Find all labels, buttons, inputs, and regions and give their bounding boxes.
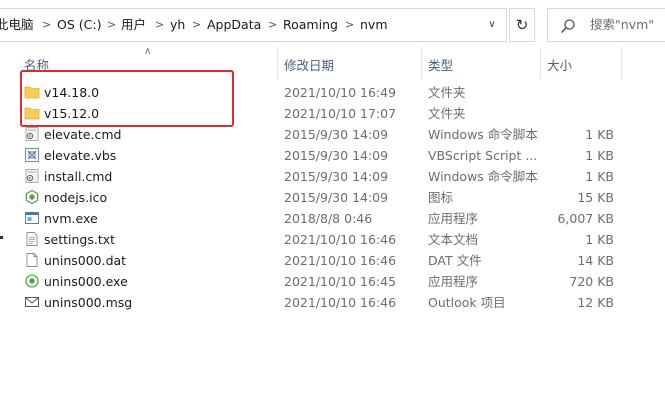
file-date: 2021/10/10 16:45 (284, 274, 397, 289)
file-icon (26, 253, 38, 267)
column-divider[interactable] (421, 47, 422, 79)
file-type: Windows 命令脚本 (428, 127, 538, 142)
file-type: DAT 文件 (428, 253, 482, 268)
file-name: elevate.vbs (44, 148, 117, 163)
column-divider[interactable] (621, 47, 622, 79)
file-size: 1 KB (585, 148, 614, 163)
refresh-icon[interactable]: ↻ (509, 8, 535, 42)
cmd-script-icon (25, 127, 39, 141)
file-type: 图标 (428, 190, 454, 205)
file-type: 应用程序 (428, 211, 479, 226)
file-size: 14 KB (577, 253, 614, 268)
cmd-script-icon (25, 169, 39, 183)
address-dropdown-icon[interactable]: ∨ (478, 9, 506, 41)
uninstaller-icon (25, 274, 39, 288)
file-row[interactable]: install.cmd 2015/9/30 14:09 Windows 命令脚本… (22, 166, 622, 187)
breadcrumb-appdata[interactable]: AppData (207, 9, 261, 41)
file-size (542, 103, 614, 124)
file-date: 2015/9/30 14:09 (284, 169, 389, 184)
file-type: Windows 命令脚本 (428, 169, 538, 184)
file-row[interactable]: settings.txt 2021/10/10 16:46 文本文档 1 KB (22, 229, 622, 250)
file-type: Outlook 项目 (428, 295, 506, 310)
file-size: 6,007 KB (557, 211, 614, 226)
file-date: 2015/9/30 14:09 (284, 127, 389, 142)
breadcrumb-separator-icon[interactable]: > (192, 9, 201, 41)
file-size: 15 KB (577, 190, 614, 205)
breadcrumb-yh[interactable]: yh (170, 9, 185, 41)
file-size: 1 KB (585, 127, 614, 142)
nodejs-icon (25, 189, 39, 205)
mail-icon (25, 297, 39, 307)
column-divider[interactable] (540, 47, 541, 79)
breadcrumb-separator-icon[interactable]: > (155, 9, 164, 41)
file-date: 2021/10/10 16:46 (284, 295, 397, 310)
breadcrumb-this-pc[interactable]: 此电脑 (0, 9, 34, 41)
file-name: elevate.cmd (44, 127, 122, 142)
file-type: 应用程序 (428, 274, 479, 289)
file-name: unins000.dat (44, 253, 127, 268)
file-row[interactable]: nodejs.ico 2015/9/30 14:09 图标 15 KB (22, 187, 622, 208)
breadcrumb-separator-icon[interactable]: > (42, 9, 51, 41)
edge-marker (0, 236, 3, 239)
breadcrumb-separator-icon[interactable]: > (268, 9, 277, 41)
file-date: 2021/10/10 16:49 (284, 85, 397, 100)
file-name: nvm.exe (44, 211, 98, 226)
file-size: 12 KB (577, 295, 614, 310)
file-size: 1 KB (585, 232, 614, 247)
file-size: 1 KB (585, 169, 614, 184)
file-name: nodejs.ico (44, 190, 108, 205)
file-date: 2021/10/10 17:07 (284, 106, 397, 121)
file-date: 2015/9/30 14:09 (284, 148, 389, 163)
column-header-size[interactable]: 大小 (547, 56, 572, 76)
search-input[interactable]: 搜索"nvm" (547, 8, 665, 42)
file-name: install.cmd (44, 169, 113, 184)
column-header-date[interactable]: 修改日期 (284, 56, 334, 76)
breadcrumb-drive-c[interactable]: OS (C:) (57, 9, 101, 41)
file-date: 2015/9/30 14:09 (284, 190, 389, 205)
exe-icon (25, 212, 39, 224)
file-row[interactable]: unins000.dat 2021/10/10 16:46 DAT 文件 14 … (22, 250, 622, 271)
file-type: 文本文档 (428, 232, 479, 247)
column-divider[interactable] (277, 47, 278, 79)
column-header-type[interactable]: 类型 (428, 56, 453, 76)
file-row[interactable]: nvm.exe 2018/8/8 0:46 应用程序 6,007 KB (22, 208, 622, 229)
file-type: 文件夹 (428, 85, 466, 100)
file-row[interactable]: elevate.vbs 2015/9/30 14:09 VBScript Scr… (22, 145, 622, 166)
file-size: 720 KB (569, 274, 614, 289)
breadcrumb-users[interactable]: 用户 (121, 9, 146, 41)
address-bar[interactable]: 此电脑 > OS (C:) > 用户 > yh > AppData > Roam… (0, 8, 507, 42)
file-row[interactable]: elevate.cmd 2015/9/30 14:09 Windows 命令脚本… (22, 124, 622, 145)
search-placeholder: 搜索"nvm" (590, 17, 654, 32)
file-row[interactable]: unins000.exe 2021/10/10 16:45 应用程序 720 K… (22, 271, 622, 292)
file-name: settings.txt (44, 232, 116, 247)
breadcrumb-separator-icon[interactable]: > (345, 9, 354, 41)
sort-ascending-icon: ∧ (144, 46, 152, 57)
highlight-annotation (20, 70, 234, 127)
file-row[interactable]: unins000.msg 2021/10/10 16:46 Outlook 项目… (22, 292, 622, 313)
breadcrumb-separator-icon[interactable]: > (107, 9, 116, 41)
file-name: unins000.msg (44, 295, 133, 310)
breadcrumb-nvm[interactable]: nvm (360, 9, 388, 41)
file-date: 2018/8/8 0:46 (284, 211, 373, 226)
file-name: unins000.exe (44, 274, 128, 289)
breadcrumb-roaming[interactable]: Roaming (283, 9, 338, 41)
file-date: 2021/10/10 16:46 (284, 253, 397, 268)
file-type: VBScript Script ... (428, 148, 538, 163)
file-type: 文件夹 (428, 106, 466, 121)
vbs-script-icon (25, 148, 39, 162)
text-file-icon (26, 232, 38, 246)
file-date: 2021/10/10 16:46 (284, 232, 397, 247)
search-icon (560, 19, 575, 34)
file-size (542, 82, 614, 103)
